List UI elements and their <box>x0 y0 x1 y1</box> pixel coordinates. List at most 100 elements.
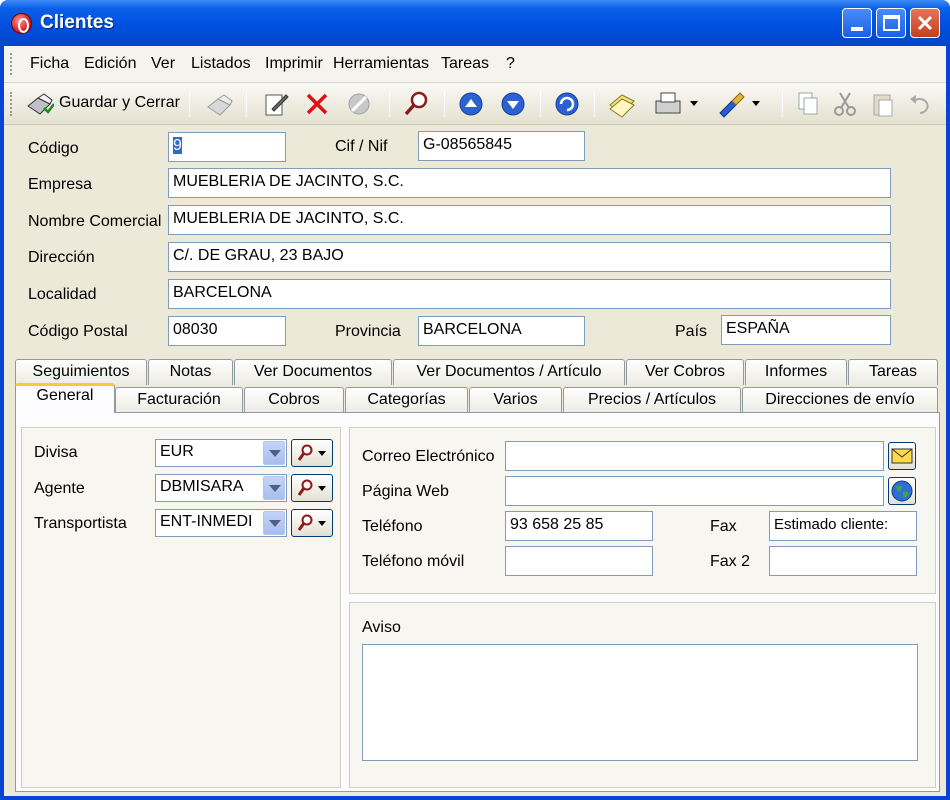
codigo-field[interactable]: 9 <box>168 132 286 162</box>
nombre-comercial-label: Nombre Comercial <box>28 213 162 230</box>
empresa-field[interactable]: MUEBLERIA DE JACINTO, S.C. <box>168 168 891 198</box>
cancel-icon[interactable] <box>344 89 374 119</box>
window: Clientes Ficha Edición Ver Listados Impr… <box>0 0 950 800</box>
fax2-label: Fax 2 <box>710 553 751 570</box>
divisa-select[interactable]: EUR <box>155 439 287 467</box>
copy-icon[interactable] <box>793 89 823 119</box>
tab-ver-documentos[interactable]: Ver Documentos <box>234 359 392 385</box>
movil-field[interactable] <box>505 546 653 576</box>
cif-field[interactable]: G-08565845 <box>418 131 585 161</box>
menu-grip <box>10 53 13 75</box>
web-field[interactable] <box>505 476 884 506</box>
tools-icon[interactable] <box>714 89 748 119</box>
fax-label: Fax <box>710 518 737 535</box>
print-dropdown-icon[interactable] <box>690 101 700 131</box>
tab-tareas[interactable]: Tareas <box>848 359 938 385</box>
tab-ver-cobros[interactable]: Ver Cobros <box>626 359 744 385</box>
telefono-label: Teléfono <box>362 518 423 535</box>
correo-label: Correo Electrónico <box>362 448 495 465</box>
toolbar-separator <box>246 91 247 117</box>
direccion-label: Dirección <box>28 249 95 266</box>
localidad-field[interactable]: BARCELONA <box>168 279 891 309</box>
tab-notas[interactable]: Notas <box>148 359 233 385</box>
tab-ver-documentos-articulo[interactable]: Ver Documentos / Artículo <box>393 359 625 385</box>
provincia-field[interactable]: BARCELONA <box>418 316 585 346</box>
toolbar-separator <box>782 91 783 117</box>
tab-facturacion[interactable]: Facturación <box>115 387 243 413</box>
tab-varios[interactable]: Varios <box>469 387 562 413</box>
envelope-icon <box>891 448 913 464</box>
chevron-down-icon[interactable] <box>263 511 285 535</box>
aviso-textarea[interactable] <box>362 644 918 761</box>
save-close-label: Guardar y Cerrar <box>59 94 180 111</box>
maximize-button[interactable] <box>876 8 906 38</box>
close-button[interactable] <box>910 8 940 38</box>
globe-icon <box>891 480 913 502</box>
pais-label: País <box>675 323 708 340</box>
fax2-field[interactable] <box>769 546 917 576</box>
pais-field[interactable]: ESPAÑA <box>721 315 891 345</box>
correo-field[interactable] <box>505 441 884 471</box>
save-close-button[interactable]: Guardar y Cerrar <box>22 89 182 119</box>
previous-record-icon[interactable] <box>456 89 486 119</box>
tools-dropdown-icon[interactable] <box>752 101 762 131</box>
menu-listados[interactable]: Listados <box>191 55 251 73</box>
menu-ver[interactable]: Ver <box>151 55 175 73</box>
send-email-button[interactable] <box>888 442 916 470</box>
fax-field[interactable]: Estimado cliente: <box>769 511 917 541</box>
tab-categorias[interactable]: Categorías <box>345 387 468 413</box>
open-web-button[interactable] <box>888 477 916 505</box>
agente-label: Agente <box>34 480 85 497</box>
toolbar-separator <box>189 91 190 117</box>
agente-lookup-button[interactable] <box>291 474 333 502</box>
minimize-button[interactable] <box>842 8 872 38</box>
transportista-select[interactable]: ENT-INMEDI <box>155 509 287 537</box>
codigo-label: Código <box>28 140 79 157</box>
agente-select[interactable]: DBMISARA <box>155 474 287 502</box>
paste-icon[interactable] <box>868 89 898 119</box>
toolbar-separator <box>444 91 445 117</box>
app-icon <box>11 13 32 34</box>
next-record-icon[interactable] <box>498 89 528 119</box>
tab-precios-articulos[interactable]: Precios / Artículos <box>563 387 741 413</box>
toolbar-separator <box>594 91 595 117</box>
print-icon[interactable] <box>652 89 686 119</box>
tab-general[interactable]: General <box>15 383 115 413</box>
toolbar-separator <box>389 91 390 117</box>
refresh-icon[interactable] <box>552 89 582 119</box>
aviso-label: Aviso <box>362 619 401 636</box>
transportista-label: Transportista <box>34 515 127 532</box>
tab-informes[interactable]: Informes <box>745 359 847 385</box>
menu-ficha[interactable]: Ficha <box>30 55 69 73</box>
menu-tareas[interactable]: Tareas <box>441 55 489 73</box>
transportista-lookup-button[interactable] <box>291 509 333 537</box>
menu-bar: Ficha Edición Ver Listados Imprimir Herr… <box>4 46 946 83</box>
web-label: Página Web <box>362 483 449 500</box>
chevron-down-icon[interactable] <box>263 441 285 465</box>
tab-seguimientos[interactable]: Seguimientos <box>15 359 147 385</box>
title-bar: Clientes <box>0 0 950 46</box>
window-title: Clientes <box>40 12 114 33</box>
save-icon[interactable] <box>202 89 236 119</box>
movil-label: Teléfono móvil <box>362 553 465 570</box>
menu-help[interactable]: ? <box>506 55 515 73</box>
tab-direcciones-envio[interactable]: Direcciones de envío <box>742 387 938 413</box>
cut-icon[interactable] <box>830 89 860 119</box>
toolbar-separator <box>540 91 541 117</box>
edit-icon[interactable] <box>260 89 290 119</box>
cif-label: Cif / Nif <box>335 138 388 155</box>
search-icon[interactable] <box>401 89 431 119</box>
chevron-down-icon[interactable] <box>263 476 285 500</box>
codigo-postal-field[interactable]: 08030 <box>168 316 286 346</box>
documents-icon[interactable] <box>606 89 638 119</box>
tab-cobros[interactable]: Cobros <box>244 387 344 413</box>
divisa-lookup-button[interactable] <box>291 439 333 467</box>
menu-herramientas[interactable]: Herramientas <box>333 55 429 73</box>
direccion-field[interactable]: C/. DE GRAU, 23 BAJO <box>168 242 891 272</box>
telefono-field[interactable]: 93 658 25 85 <box>505 511 653 541</box>
nombre-comercial-field[interactable]: MUEBLERIA DE JACINTO, S.C. <box>168 205 891 235</box>
delete-icon[interactable] <box>302 89 332 119</box>
undo-icon[interactable] <box>906 89 936 119</box>
menu-edicion[interactable]: Edición <box>84 55 136 73</box>
menu-imprimir[interactable]: Imprimir <box>265 55 323 73</box>
